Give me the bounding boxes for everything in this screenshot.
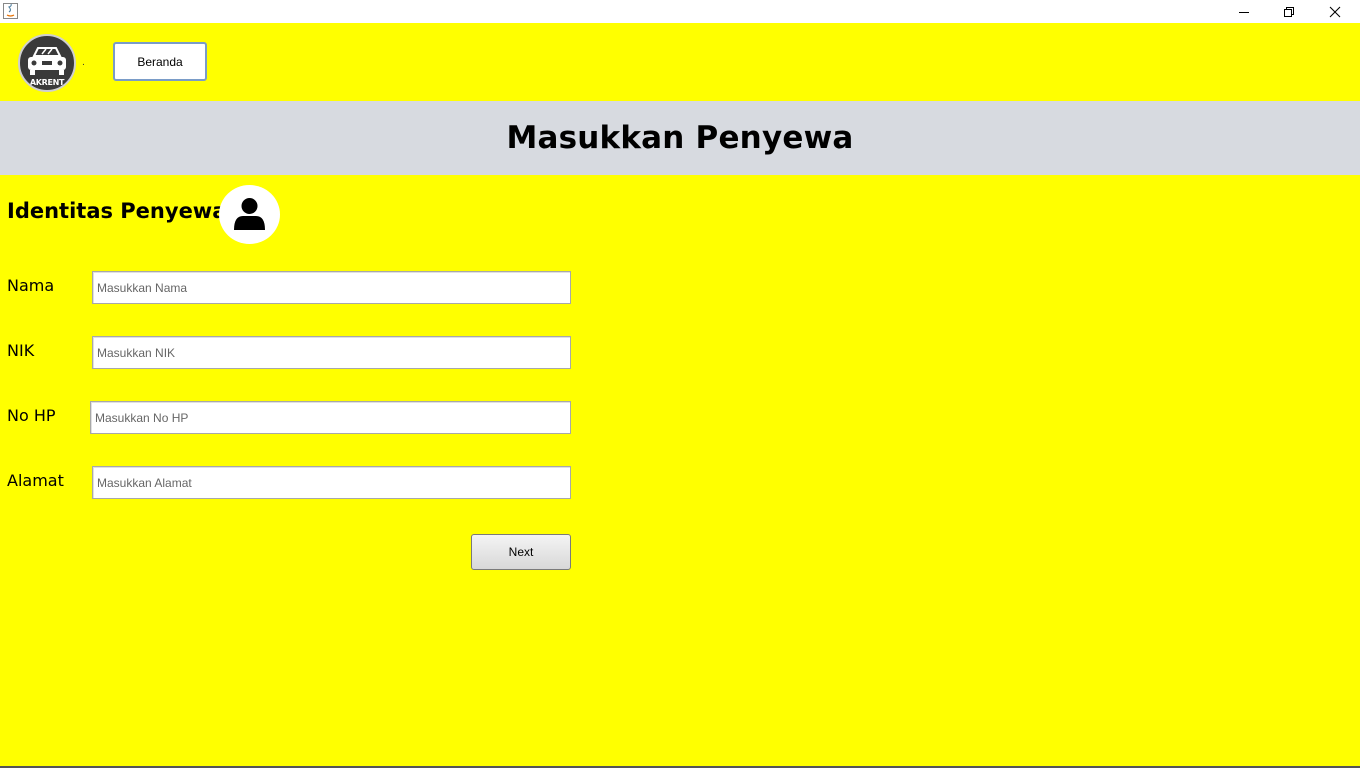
nik-label: NIK <box>7 341 35 360</box>
nama-input[interactable]: Masukkan Nama <box>92 271 571 304</box>
close-button[interactable] <box>1312 0 1358 23</box>
beranda-button[interactable]: Beranda <box>113 42 207 81</box>
page-title: Masukkan Penyewa <box>506 120 854 156</box>
app-logo: AKRENT <box>18 34 76 92</box>
page-banner: Masukkan Penyewa <box>0 101 1360 175</box>
separator-dot: . <box>82 58 85 68</box>
minimize-icon <box>1239 11 1249 13</box>
next-button[interactable]: Next <box>471 534 571 570</box>
user-icon <box>234 198 265 230</box>
window-title-bar <box>0 0 1360 23</box>
maximize-icon <box>1284 6 1294 17</box>
alamat-input[interactable]: Masukkan Alamat <box>92 466 571 499</box>
user-avatar <box>219 185 280 244</box>
nama-label: Nama <box>7 276 55 295</box>
alamat-label: Alamat <box>7 471 64 490</box>
no-hp-label: No HP <box>7 406 56 425</box>
close-icon <box>1329 6 1341 17</box>
minimize-button[interactable] <box>1221 0 1267 23</box>
section-title: Identitas Penyewa <box>7 199 227 223</box>
logo-text: AKRENT <box>29 78 65 87</box>
maximize-button[interactable] <box>1266 0 1312 23</box>
nik-input[interactable]: Masukkan NIK <box>92 336 571 369</box>
no-hp-input[interactable]: Masukkan No HP <box>90 401 571 434</box>
java-icon <box>3 3 18 19</box>
